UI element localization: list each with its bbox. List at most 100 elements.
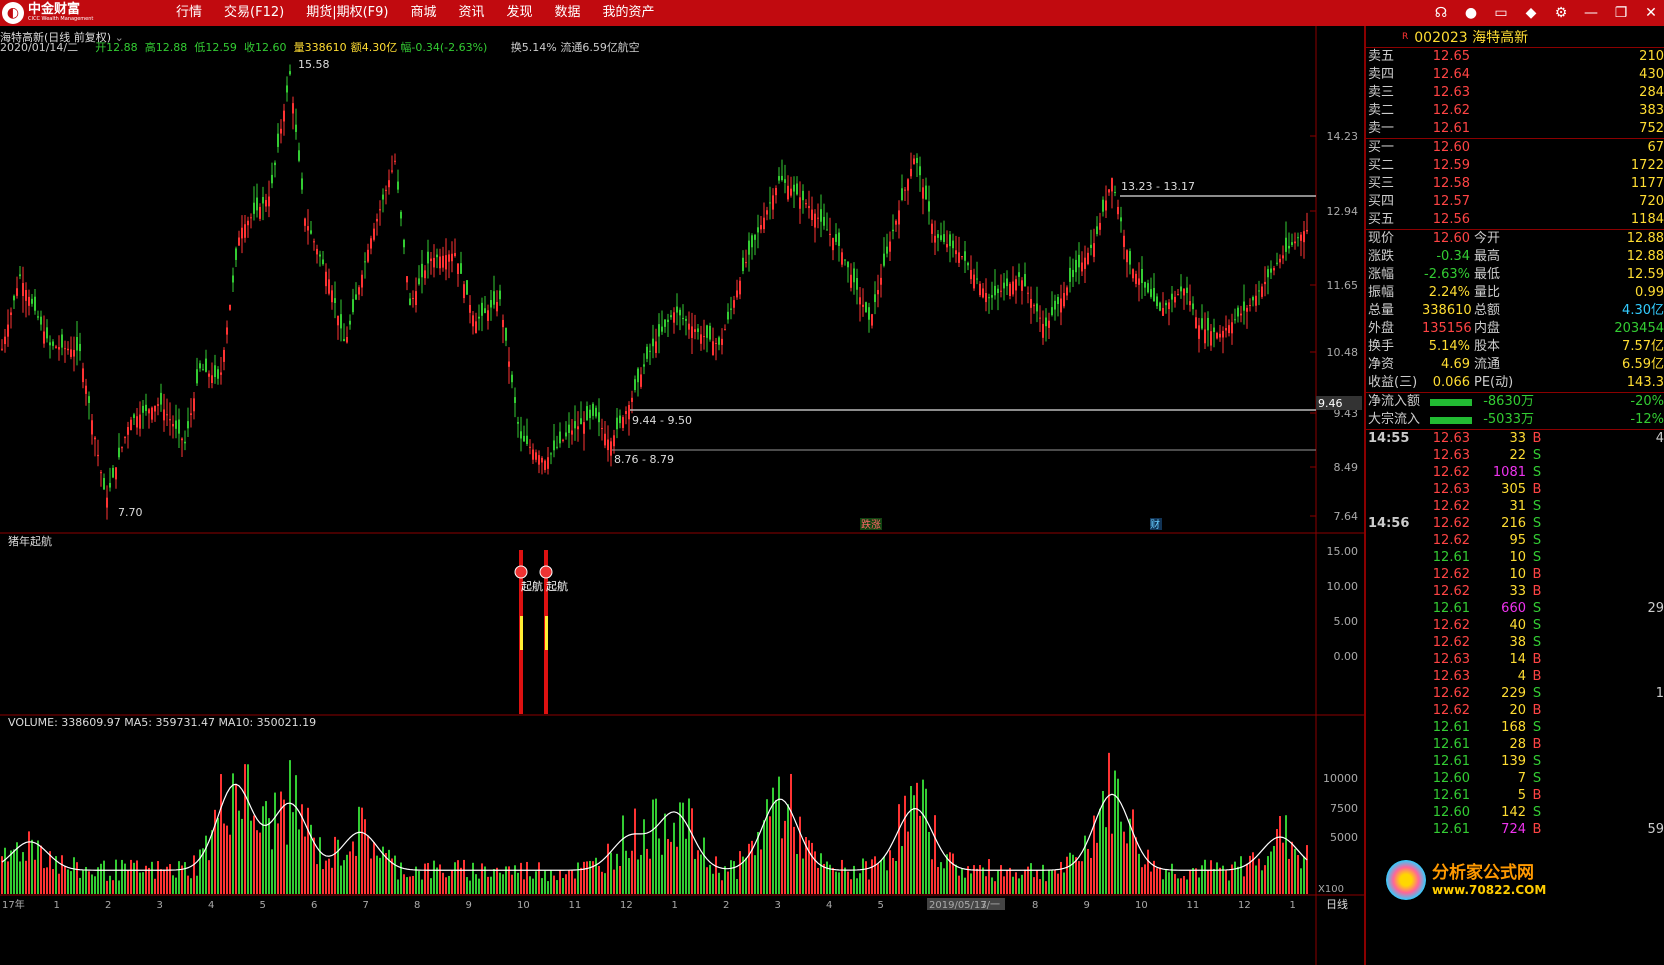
- gear-icon[interactable]: ⚙: [1552, 5, 1570, 21]
- tick-time: [1366, 600, 1430, 617]
- menu-item-5[interactable]: 发现: [496, 0, 544, 26]
- tick-price: 12.61: [1432, 720, 1470, 735]
- tick-volume: 14: [1509, 652, 1526, 667]
- tick-side: S: [1532, 448, 1542, 463]
- candle-body: [469, 304, 471, 313]
- menu-item-7[interactable]: 我的资产: [592, 0, 666, 26]
- candle-body: [67, 348, 69, 351]
- menu-item-6[interactable]: 数据: [544, 0, 592, 26]
- volume-bar: [646, 848, 648, 894]
- candle-body: [1285, 237, 1287, 252]
- menu-item-1[interactable]: 交易(F12): [213, 0, 295, 26]
- candle-body: [580, 418, 582, 425]
- volume-bar: [427, 862, 429, 894]
- candle-body: [568, 424, 570, 433]
- volume-bar: [1228, 880, 1230, 894]
- candle-body: [304, 218, 306, 226]
- headset-icon[interactable]: ☊: [1432, 5, 1450, 21]
- stat-row: 外盘 135156 内盘 203454: [1366, 320, 1664, 338]
- stat-label: 流通: [1474, 357, 1501, 372]
- volume-bar: [280, 791, 282, 894]
- volume-bar: [130, 859, 132, 894]
- volume-bar: [136, 860, 138, 894]
- volume-bar: [775, 800, 777, 894]
- candle-body: [691, 326, 693, 338]
- candle-body: [211, 375, 213, 384]
- volume-bar: [223, 823, 225, 894]
- volume-bar: [343, 860, 345, 894]
- volume-bar: [73, 857, 75, 894]
- stat-value: 338610: [1422, 303, 1472, 318]
- tick-volume: 139: [1501, 754, 1526, 769]
- volume-bar: [187, 875, 189, 894]
- candle-body: [985, 293, 987, 303]
- volume-bar: [277, 823, 279, 894]
- candle-body: [130, 419, 132, 431]
- candle-body: [139, 414, 141, 429]
- tick-price: 12.62: [1432, 686, 1470, 701]
- volume-bar: [796, 854, 798, 894]
- candle-body: [1054, 300, 1056, 310]
- restore-icon[interactable]: ❐: [1612, 5, 1630, 21]
- volume-bar: [1162, 879, 1164, 894]
- candle-body: [346, 337, 348, 343]
- volume-bar: [859, 873, 861, 894]
- volume-bar: [448, 875, 450, 894]
- volume-bar: [661, 854, 663, 894]
- menu-item-0[interactable]: 行情: [165, 0, 213, 26]
- volume-bar: [190, 878, 192, 894]
- candle-body: [583, 422, 585, 434]
- tick-extra: [1548, 787, 1664, 804]
- candle-body: [1168, 302, 1170, 310]
- candle-body: [1195, 317, 1197, 329]
- candle-body: [811, 209, 813, 221]
- close-icon[interactable]: ✕: [1642, 5, 1660, 21]
- volume-bar: [1111, 833, 1113, 894]
- volume-bar: [1210, 860, 1212, 894]
- candle-body: [907, 179, 909, 191]
- volume-bar: [697, 850, 699, 894]
- cube-icon[interactable]: ◆: [1522, 5, 1540, 21]
- candle-body: [520, 431, 522, 439]
- candle-body: [697, 328, 699, 332]
- stat-label: 净资: [1368, 357, 1395, 372]
- menu-item-2[interactable]: 期货|期权(F9): [295, 0, 399, 26]
- volume-bar: [97, 867, 99, 894]
- tick-side: B: [1532, 822, 1542, 837]
- volume-bar: [139, 872, 141, 894]
- main-menu: 行情 交易(F12) 期货|期权(F9) 商城 资讯 发现 数据 我的资产: [165, 0, 666, 26]
- volume-bar: [208, 860, 210, 894]
- candle-body: [1, 348, 3, 350]
- volume-bar: [871, 859, 873, 894]
- kline-chart[interactable]: 2020/01/14/二 开12.88 高12.88 低12.59 收12.60 量338…: [0, 26, 1364, 965]
- tick-row: 12.61 660 S 29: [1366, 600, 1664, 617]
- candle-body: [643, 364, 645, 367]
- indicator-name: 猪年起航: [8, 534, 52, 548]
- candle-body: [421, 263, 423, 278]
- candle-body: [952, 240, 954, 249]
- volume-bar: [1195, 868, 1197, 894]
- minimize-icon[interactable]: —: [1582, 5, 1600, 21]
- quote-field: 换5.14%: [511, 40, 557, 54]
- signal-label: 起航: [521, 579, 543, 593]
- candle-body: [94, 437, 96, 440]
- stat-value: 2.24%: [1428, 285, 1470, 300]
- screen-icon[interactable]: ▭: [1492, 5, 1510, 21]
- quote-panel: R 002023 海特高新 卖五 12.65 210 卖四 12.64 430 卖三 12.63…: [1364, 26, 1664, 965]
- user-icon[interactable]: ●: [1462, 5, 1480, 21]
- signal-marker: [514, 565, 528, 579]
- candle-body: [535, 452, 537, 460]
- candle-body: [1237, 307, 1239, 317]
- candle-body: [1267, 269, 1269, 278]
- logo-text: 中金财富: [28, 2, 81, 17]
- stat-label: 今开: [1474, 231, 1501, 246]
- stat-label: 总额: [1474, 303, 1501, 318]
- volume-bar: [1288, 858, 1290, 894]
- candle-body: [76, 337, 78, 351]
- stat-value: 4.69: [1441, 357, 1470, 372]
- candle-body: [1174, 296, 1176, 303]
- menu-item-3[interactable]: 商城: [399, 0, 447, 26]
- volume-bar: [1282, 842, 1284, 894]
- menu-item-4[interactable]: 资讯: [447, 0, 495, 26]
- volume-bar: [886, 870, 888, 894]
